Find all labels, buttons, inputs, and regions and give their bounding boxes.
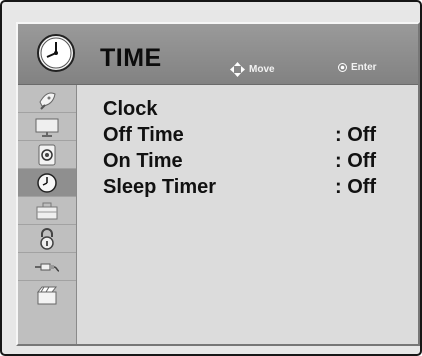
menu-row-label: Sleep Timer (103, 175, 217, 198)
clapperboard-icon (36, 286, 58, 304)
category-sidebar (18, 85, 77, 344)
sidebar-item-time[interactable] (18, 169, 76, 197)
menu-row-value: : Off (335, 149, 377, 172)
menu-content: Clock Off Time : Off On Time : Off Sleep… (77, 85, 418, 344)
move-arrows-icon (230, 62, 245, 77)
satellite-dish-icon (39, 92, 56, 110)
sidebar-item-lock[interactable] (18, 225, 76, 253)
cable-icon (35, 263, 60, 272)
sidebar-item-picture[interactable] (18, 113, 76, 141)
menu-row-clock[interactable]: Clock (103, 96, 393, 122)
menu-title: TIME (100, 44, 162, 72)
menu-row-sleep-timer[interactable]: Sleep Timer : Off (103, 174, 393, 200)
osd-menu: TIME Move Enter Clock Off Time: Off On … (16, 22, 420, 346)
enter-hint-label: Enter (351, 62, 377, 73)
lock-icon (40, 227, 54, 250)
sidebar-item-media[interactable] (18, 281, 76, 308)
enter-hint: Enter (338, 62, 377, 73)
menu-row-value: : Off (335, 123, 377, 146)
menu-row-on-time[interactable]: On Time : Off (103, 148, 393, 174)
sidebar-item-option[interactable] (18, 197, 76, 225)
sidebar-item-input[interactable] (18, 253, 76, 281)
clock-icon (37, 172, 57, 193)
menu-row-label: Clock (103, 97, 158, 120)
menu-row-label: Off Time (103, 123, 184, 146)
enter-button-icon (338, 63, 347, 72)
speaker-icon (38, 144, 56, 165)
monitor-icon (35, 118, 59, 137)
tv-screen: TIME Move Enter Clock Off Time: Off On … (0, 0, 422, 356)
move-hint: Move (230, 62, 275, 77)
toolbox-icon (36, 202, 58, 219)
sidebar-item-audio[interactable] (18, 141, 76, 169)
menu-row-label: On Time (103, 149, 183, 172)
sidebar-item-channel[interactable] (18, 85, 76, 113)
menu-row-off-time[interactable]: Off Time : Off (103, 122, 393, 148)
menu-header: TIME Move Enter (18, 24, 418, 85)
move-hint-label: Move (249, 64, 275, 75)
menu-row-value: : Off (335, 175, 377, 198)
clock-icon (37, 34, 75, 72)
